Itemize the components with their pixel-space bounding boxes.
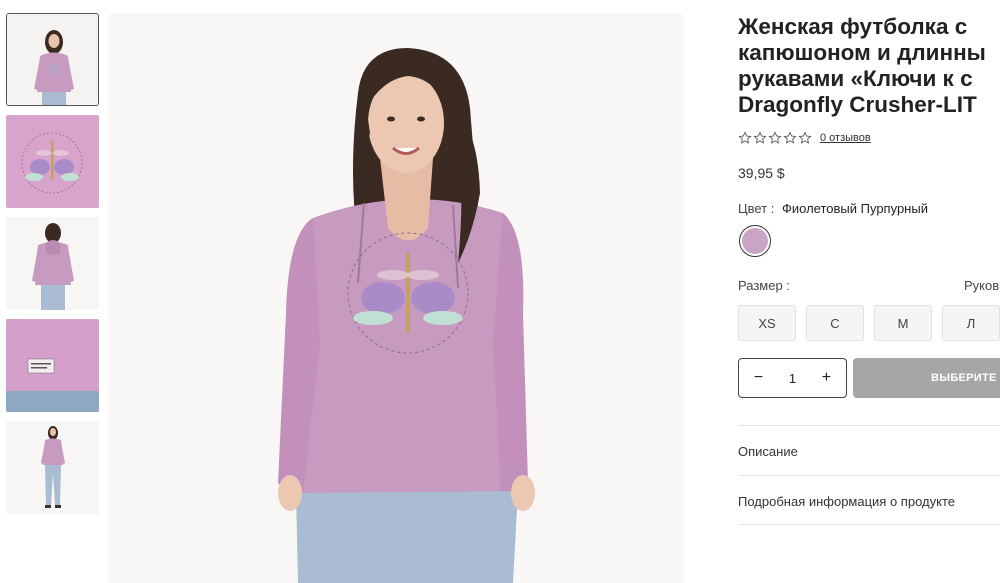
color-value: Фиолетовый Пурпурный (781, 201, 928, 216)
thumbnail-model-front-image (7, 14, 98, 105)
star-outline-icon (798, 131, 812, 144)
size-options: XS С М Л (738, 305, 1000, 341)
size-option-m[interactable]: М (874, 305, 932, 341)
thumbnail-model-back[interactable] (6, 217, 99, 310)
product-title-line-2: капюшоном и длинны (738, 40, 986, 65)
thumbnail-label-closeup-image (6, 319, 99, 412)
thumbnail-graphic-closeup[interactable] (6, 115, 99, 208)
product-title: Женская футболка с капюшоном и длинны ру… (738, 14, 1000, 118)
accordion-divider (738, 524, 1000, 525)
product-price: 39,95 $ (738, 165, 785, 181)
quantity-decrease-button[interactable]: − (750, 369, 767, 387)
add-to-cart-button[interactable]: ВЫБЕРИТЕ (853, 358, 1000, 398)
product-photo (108, 13, 684, 583)
main-product-image[interactable] (108, 13, 684, 583)
thumbnail-model-front[interactable] (6, 13, 99, 106)
size-option-l[interactable]: Л (942, 305, 1000, 341)
product-title-line-4: Dragonfly Crusher-LIT (738, 92, 977, 117)
color-swatch-purple[interactable] (739, 225, 771, 257)
star-outline-icon (783, 131, 797, 144)
thumbnail-label-closeup[interactable] (6, 319, 99, 412)
product-info-panel: Женская футболка с капюшоном и длинны ру… (738, 0, 1000, 583)
thumbnail-model-full[interactable] (6, 421, 99, 514)
accordion-product-details[interactable]: Подробная информация о продукте (738, 475, 1000, 509)
color-label: Цвет : (738, 201, 775, 216)
quantity-stepper: − 1 + (738, 358, 847, 398)
thumbnail-list (6, 13, 99, 523)
rating-stars (738, 131, 812, 145)
product-title-line-3: рукавами «Ключи к с (738, 66, 973, 91)
star-outline-icon (738, 131, 752, 144)
star-outline-icon (753, 131, 767, 144)
thumbnail-graphic-closeup-image (6, 115, 99, 208)
quantity-value[interactable]: 1 (789, 371, 796, 386)
thumbnail-model-full-image (6, 421, 99, 514)
size-row: Размер : Руков (738, 278, 1000, 293)
product-title-line-1: Женская футболка с (738, 14, 968, 39)
quantity-increase-button[interactable]: + (818, 369, 835, 387)
size-option-s[interactable]: С (806, 305, 864, 341)
color-swatch-fill (742, 228, 768, 254)
rating-row: 0 отзывов (738, 131, 871, 145)
size-guide-link[interactable]: Руков (964, 278, 999, 293)
reviews-link[interactable]: 0 отзывов (820, 132, 871, 144)
size-option-xs[interactable]: XS (738, 305, 796, 341)
accordion-description[interactable]: Описание (738, 425, 1000, 459)
color-row: Цвет : Фиолетовый Пурпурный (738, 201, 928, 216)
size-label: Размер : (738, 278, 790, 293)
thumbnail-model-back-image (6, 217, 99, 310)
star-outline-icon (768, 131, 782, 144)
